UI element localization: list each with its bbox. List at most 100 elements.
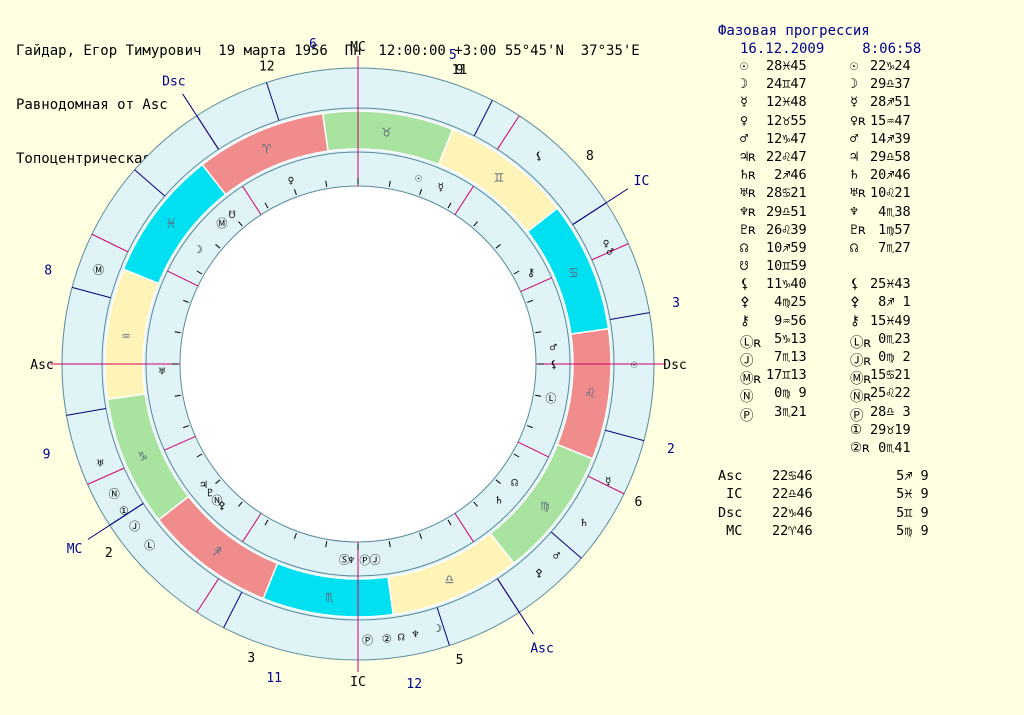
ic-label: IC: [350, 675, 366, 690]
progressed-house-number: 8: [44, 263, 52, 278]
table-datetime: 16.12.2009 8:06:58: [718, 40, 1018, 58]
natal-planet-glyph: Ⓜ: [216, 217, 227, 230]
table-row: Ⓙ 7♏13 Ⓙʀ 0♍ 2: [718, 349, 1018, 369]
progressed-glyph: Ⓟ: [850, 407, 864, 424]
progressed-glyph: ⚴: [850, 294, 860, 311]
table-row: ②ʀ 0♏41: [718, 440, 1018, 458]
angle-natal: 22♎46: [772, 486, 813, 503]
progressed-position: 7♏27: [870, 239, 911, 256]
natal-position: 0♍ 9: [766, 385, 807, 402]
table-row: ☿ 12♓48 ☿ 28♐51: [718, 94, 1018, 112]
table-row: ⚸ 11♑40 ⚸ 25♓43: [718, 276, 1018, 294]
progressed-planet-glyph: Ⓝ: [109, 488, 120, 501]
natal-position: 12♑47: [766, 130, 807, 147]
natal-position: 29♎51: [766, 203, 807, 220]
progressed-planet-glyph: ♂: [607, 246, 614, 259]
natal-glyph: ♀: [740, 112, 749, 129]
natal-planet-glyph: ♆: [348, 554, 355, 567]
natal-position: 10♊59: [766, 258, 807, 275]
angle-progressed: 5♍ 9: [888, 522, 929, 539]
progressed-position: 0♏23: [870, 330, 911, 347]
natal-glyph: ♂: [740, 130, 749, 147]
natal-glyph: ⚷: [740, 312, 750, 329]
zodiac-sign-glyph: ♒: [121, 326, 130, 344]
table-row: ♃ʀ 22♌47 ♃ 29♎58: [718, 149, 1018, 167]
natal-planet-glyph: ☉: [415, 172, 422, 185]
progressed-glyph: ♃: [850, 148, 859, 165]
natal-position: 12♓48: [766, 94, 807, 111]
natal-position: 10♐59: [766, 239, 807, 256]
table-row: ☊ 10♐59 ☊ 7♏27: [718, 240, 1018, 258]
table-row: Ⓜʀ 17♊13 Ⓜʀ 15♋21: [718, 367, 1018, 388]
progressed-glyph: ♆: [850, 203, 859, 220]
progressed-position: 25♓43: [870, 276, 911, 293]
progressed-planet-glyph: ⚸: [535, 150, 543, 163]
progressed-glyph: Ⓝʀ: [850, 389, 872, 406]
house-number: 12: [259, 60, 275, 75]
progressed-planet-glyph: ♂: [553, 550, 560, 563]
progressed-glyph: ☉: [850, 58, 859, 74]
angle-progressed: 5♓ 9: [888, 486, 929, 503]
natal-glyph: ♄ʀ: [740, 167, 757, 184]
progressed-glyph: ②ʀ: [850, 439, 871, 456]
progressed-glyph: ♀ʀ: [850, 112, 867, 129]
progressed-planet-glyph: ☽: [435, 622, 442, 635]
natal-glyph: ♅ʀ: [740, 185, 757, 202]
progressed-glyph: ♄: [850, 167, 859, 184]
table-row: ① 29♉19: [718, 422, 1018, 440]
progressed-position: 29♎37: [870, 76, 911, 93]
natal-position: 12♉55: [766, 112, 807, 129]
angle-row: IC 22♎46 5♓ 9: [718, 486, 1018, 504]
angle-row: Asc 22♋46 5♐ 9: [718, 468, 1018, 486]
angle-natal: 22♈46: [772, 522, 813, 539]
angle-label: Asc: [718, 468, 743, 485]
progressed-position: 15♓49: [870, 312, 911, 329]
natal-position: 3♏21: [766, 403, 807, 420]
natal-planet-glyph: ☋: [229, 208, 236, 221]
natal-position: 24♊47: [766, 76, 807, 93]
natal-planet-glyph: Ⓛ: [546, 392, 557, 405]
zodiac-sign-glyph: ♉: [382, 123, 391, 141]
natal-glyph: Ⓙ: [740, 353, 754, 369]
zodiac-sign-glyph: ♏: [325, 587, 334, 605]
progressed-position: 14♐39: [870, 130, 911, 147]
natal-planet-glyph: ♂: [550, 341, 557, 354]
progressed-planet-glyph: ☿: [605, 475, 612, 488]
natal-glyph: ♇ʀ: [740, 221, 757, 238]
natal-position: 22♌47: [766, 148, 807, 165]
progressed-position: 29♉19: [870, 421, 911, 438]
progressed-planet-glyph: ♅: [97, 457, 104, 470]
table-time: 8:06:58: [862, 41, 922, 57]
table-row: ⚷ 9♒56 ⚷ 15♓49: [718, 313, 1018, 331]
progressed-position: 28♐51: [870, 94, 911, 111]
progressed-planet-glyph: ♆: [412, 628, 419, 641]
progressed-planet-glyph: Ⓛ: [144, 539, 155, 552]
progressed-house-number: 6: [309, 37, 317, 52]
progressed-glyph: ☿: [850, 94, 859, 111]
progressed-glyph: Ⓜʀ: [850, 371, 872, 388]
progressed-glyph: Ⓙʀ: [850, 353, 872, 369]
asc-label: Asc: [30, 358, 53, 373]
zodiac-sign-glyph: ♊: [494, 168, 503, 186]
zodiac-sign-glyph: ♑: [138, 446, 147, 464]
natal-planet-glyph: ♀: [288, 174, 295, 187]
natal-planet-glyph: Ⓙ: [370, 553, 381, 566]
natal-glyph: ☽: [740, 76, 749, 93]
progressed-glyph: ①: [850, 421, 863, 438]
dsc-label: Dsc: [663, 358, 686, 373]
table-row: Ⓝ 0♍ 9 Ⓝʀ 25♌22: [718, 385, 1018, 406]
progressed-angle-label: MC: [67, 542, 83, 557]
natal-planet-glyph: ♅: [159, 365, 166, 378]
zodiac-sign-glyph: ♐: [213, 542, 222, 560]
zodiac-sign-glyph: ♈: [262, 140, 271, 158]
natal-position: 28♓45: [766, 58, 807, 74]
progressed-position: 0♍ 2: [870, 349, 911, 365]
progressed-position: 22♑24: [870, 58, 911, 74]
angle-natal: 22♋46: [772, 468, 813, 485]
progressed-glyph: ♂: [850, 130, 859, 147]
natal-glyph: ♃ʀ: [740, 148, 757, 165]
inner-circle: [179, 185, 537, 543]
progressed-planet-glyph: ②: [382, 632, 392, 645]
table-row: Ⓟ 3♏21 Ⓟ 28♎ 3: [718, 403, 1018, 424]
natal-position: 2♐46: [766, 167, 807, 184]
